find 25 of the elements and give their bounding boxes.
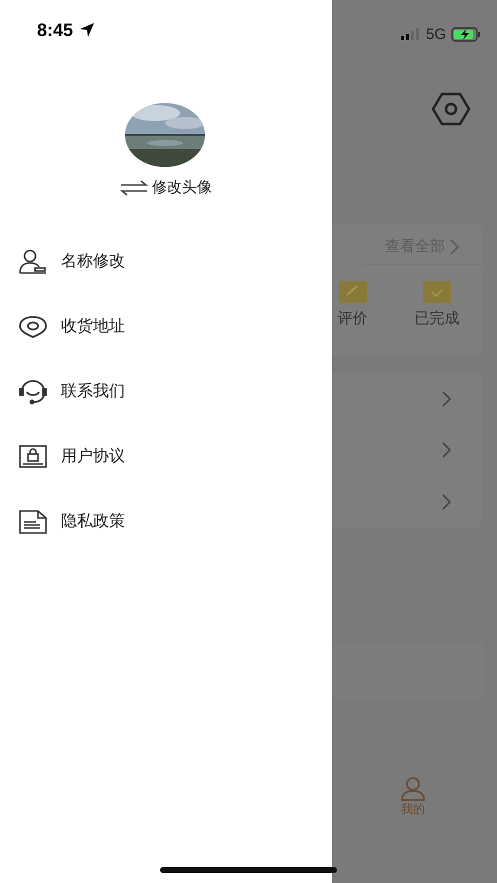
chevron-right-icon bbox=[441, 442, 451, 458]
swap-icon bbox=[120, 178, 148, 196]
edit-icon bbox=[338, 281, 366, 303]
battery-icon bbox=[451, 26, 481, 42]
lock-document-icon bbox=[19, 444, 47, 468]
user-icon bbox=[19, 248, 47, 274]
menu-item[interactable]: 隐私政策 bbox=[61, 511, 125, 532]
network-label: 5G bbox=[426, 26, 446, 42]
status-time: 8:45 bbox=[37, 20, 74, 40]
location-arrow-icon bbox=[79, 22, 96, 38]
change-avatar-link[interactable]: 修改头像 bbox=[152, 178, 212, 197]
location-icon bbox=[19, 314, 47, 338]
menu-item[interactable]: 联系我们 bbox=[61, 381, 125, 402]
headset-icon bbox=[19, 378, 47, 404]
chevron-right-icon bbox=[449, 238, 459, 254]
menu-item[interactable]: 收货地址 bbox=[61, 316, 125, 337]
settings-icon[interactable] bbox=[431, 92, 471, 126]
document-icon bbox=[19, 510, 47, 534]
menu-item[interactable]: 用户协议 bbox=[61, 446, 125, 467]
check-icon bbox=[423, 281, 451, 303]
menu-item[interactable]: 名称修改 bbox=[61, 251, 125, 272]
signal-icon bbox=[400, 28, 421, 40]
chevron-right-icon bbox=[441, 494, 451, 510]
chevron-right-icon bbox=[441, 390, 451, 407]
user-icon bbox=[400, 777, 426, 801]
